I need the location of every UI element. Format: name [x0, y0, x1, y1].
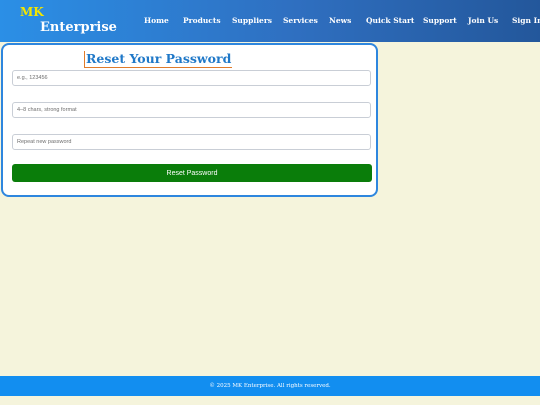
nav-support[interactable]: Support [423, 16, 457, 25]
nav-suppliers[interactable]: Suppliers [232, 16, 272, 25]
confirm-password-input[interactable] [12, 134, 371, 150]
page-bottom-strip [0, 396, 540, 405]
reset-code-input[interactable] [12, 70, 371, 86]
footer-copyright: © 2025 MK Enterprise. All rights reserve… [209, 383, 331, 389]
nav-quick-start[interactable]: Quick Start [366, 16, 414, 25]
new-password-input[interactable] [12, 102, 371, 118]
main-nav: Home Products Suppliers Services News Qu… [0, 16, 540, 28]
footer: © 2025 MK Enterprise. All rights reserve… [0, 376, 540, 396]
top-navigation-bar: MK Enterprise Home Products Suppliers Se… [0, 0, 540, 42]
nav-news[interactable]: News [329, 16, 351, 25]
nav-home[interactable]: Home [144, 16, 169, 25]
nav-services[interactable]: Services [283, 16, 318, 25]
nav-sign-in[interactable]: Sign In [512, 16, 540, 25]
reset-password-card: Reset Your Password Reset Password [1, 43, 378, 197]
nav-join-us[interactable]: Join Us [468, 16, 498, 25]
page-title: Reset Your Password [84, 51, 233, 68]
nav-products[interactable]: Products [183, 16, 221, 25]
reset-password-button[interactable]: Reset Password [12, 164, 372, 182]
